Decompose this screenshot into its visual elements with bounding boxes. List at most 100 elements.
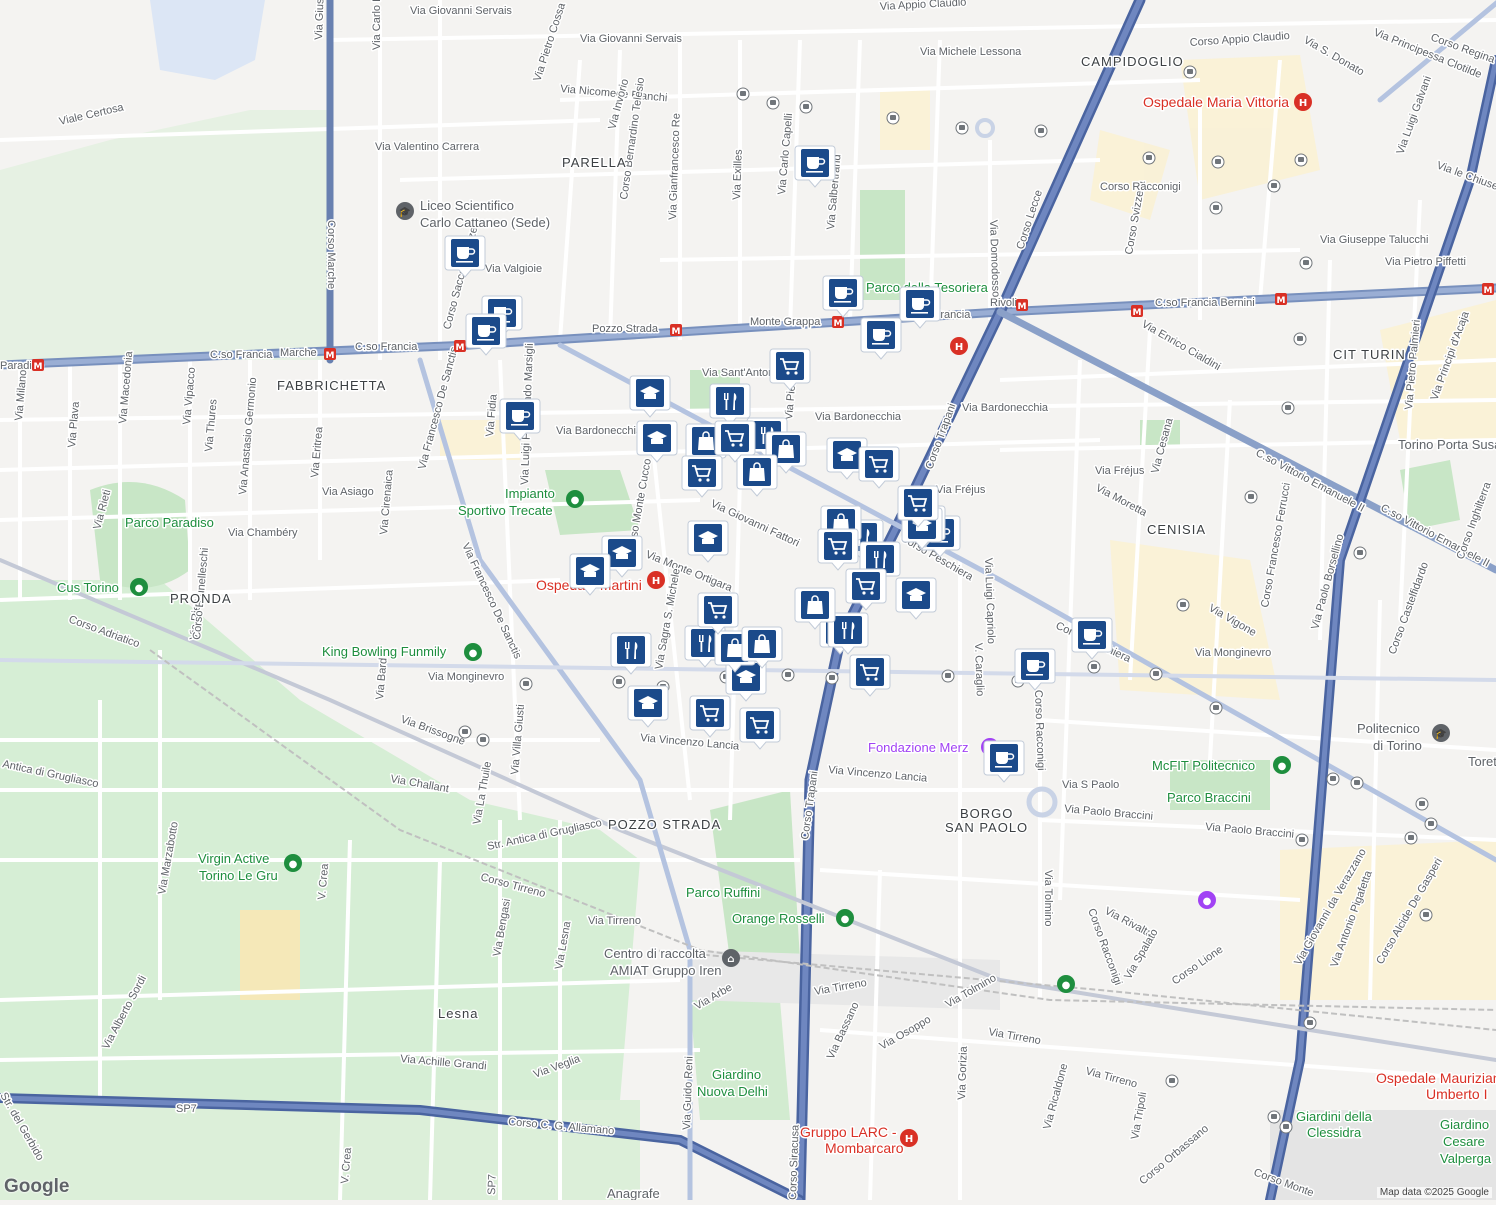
bus-stop-icon[interactable] (1034, 124, 1048, 138)
poi-label-orange-rosselli[interactable]: Orange Rosselli (731, 910, 827, 928)
poi-icon[interactable]: ● (464, 643, 482, 661)
bus-stop-icon[interactable] (781, 668, 795, 682)
bus-stop-icon[interactable] (612, 675, 626, 689)
poi-label-liceo2[interactable]: Carlo Cattaneo (Sede) (419, 214, 552, 232)
poi-label-impianto[interactable]: Impianto (504, 485, 557, 503)
poi-label-giardino-delhi[interactable]: Giardino (711, 1066, 763, 1084)
poi-label-giardino-cesare2[interactable]: Cesare (1442, 1133, 1487, 1151)
bus-stop-icon[interactable] (1149, 667, 1163, 681)
bus-stop-icon[interactable] (799, 100, 813, 114)
poi-icon[interactable]: H (950, 337, 968, 355)
poi-label-gruppo-larc[interactable]: Gruppo LARC - (799, 1123, 899, 1142)
poi-label-ospedale-mauriziano[interactable]: Ospedale Mauriziano (1375, 1069, 1496, 1088)
poi-icon[interactable]: ● (836, 909, 854, 927)
bus-stop-icon[interactable] (736, 87, 750, 101)
poi-icon[interactable]: 🎓 (396, 202, 414, 220)
poi-label-virgin-active2[interactable]: Torino Le Gru (198, 867, 280, 885)
poi-icon[interactable]: ● (1057, 975, 1075, 993)
bus-stop-icon[interactable] (1294, 153, 1308, 167)
poi-label-ospedale-mauriziano2[interactable]: Umberto I (1425, 1085, 1489, 1104)
bus-stop-icon[interactable] (1353, 546, 1367, 560)
bus-stop-icon[interactable] (1279, 1120, 1293, 1134)
poi-label-cus-torino[interactable]: Cus Torino (56, 579, 121, 597)
area-label-fabbrichetta: FABBRICHETTA (277, 378, 386, 393)
poi-label-politecnico2[interactable]: di Torino (1372, 737, 1424, 755)
bus-stop-icon[interactable] (1244, 490, 1258, 504)
metro-icon[interactable]: M (1131, 305, 1143, 318)
metro-icon[interactable]: M (1275, 293, 1287, 306)
poi-label-giardino-cesare[interactable]: Giardino (1439, 1116, 1491, 1134)
bus-stop-icon[interactable] (941, 669, 955, 683)
poi-label-giardino-cesare3[interactable]: Valperga (1439, 1150, 1494, 1168)
map-data-credit[interactable]: Map data ©2025 Google (1376, 1187, 1492, 1198)
map-svg[interactable]: Corso Appio ClaudioVia Appio ClaudioVia … (0, 0, 1496, 1205)
metro-icon[interactable]: M (324, 348, 336, 361)
bus-stop-icon[interactable] (1424, 817, 1438, 831)
poi-label-amiat2[interactable]: AMIAT Gruppo Iren (609, 962, 724, 980)
bus-stop-icon[interactable] (1293, 332, 1307, 346)
bus-stop-icon[interactable] (825, 671, 839, 685)
bus-stop-icon[interactable] (1419, 908, 1433, 922)
bus-stop-icon[interactable] (1326, 772, 1340, 786)
poi-label-giardini-clessidra2[interactable]: Clessidra (1306, 1124, 1364, 1142)
metro-icon[interactable]: M (454, 340, 466, 353)
bus-stop-icon[interactable] (1209, 701, 1223, 715)
poi-icon[interactable]: H (1294, 93, 1312, 111)
poi-label-anagrafe[interactable]: Anagrafe (606, 1185, 662, 1203)
bus-stop-icon[interactable] (458, 725, 472, 739)
poi-label-toret[interactable]: Toret (1467, 753, 1496, 771)
bus-stop-icon[interactable] (1176, 598, 1190, 612)
metro-icon[interactable]: M (1016, 299, 1028, 312)
bus-stop-icon[interactable] (1087, 660, 1101, 674)
bus-stop-icon[interactable] (1404, 831, 1418, 845)
poi-label-king-bowling[interactable]: King Bowling Funmily (321, 643, 449, 661)
bus-stop-icon[interactable] (476, 733, 490, 747)
metro-icon[interactable]: M (670, 324, 682, 337)
bus-stop-icon[interactable] (766, 96, 780, 110)
map-canvas[interactable]: Corso Appio Claudio Via Appio Claudio Via … (0, 0, 1496, 1205)
bus-stop-icon[interactable] (1299, 256, 1313, 270)
bus-stop-icon[interactable] (1209, 201, 1223, 215)
poi-label-liceo[interactable]: Liceo Scientifico (419, 197, 516, 215)
bus-stop-icon[interactable] (1165, 1074, 1179, 1088)
poi-label-torino-porta-susa[interactable]: Torino Porta Susa (1397, 436, 1496, 454)
bus-stop-icon[interactable] (1295, 833, 1309, 847)
poi-label-virgin-active[interactable]: Virgin Active (197, 850, 271, 868)
bus-stop-icon[interactable] (1267, 1110, 1281, 1124)
bus-stop-icon[interactable] (1415, 797, 1429, 811)
poi-label-ospedale-maria-vittoria[interactable]: Ospedale Maria Vittoria (1142, 93, 1291, 112)
poi-icon[interactable]: ● (130, 578, 148, 596)
poi-label-parco-paradiso[interactable]: Parco Paradiso (124, 514, 216, 532)
poi-label-giardini-clessidra[interactable]: Giardini della (1295, 1108, 1375, 1126)
metro-icon[interactable]: M (1482, 283, 1494, 296)
poi-label-impianto2[interactable]: Sportivo Trecate (457, 502, 555, 520)
metro-icon[interactable]: M (832, 316, 844, 329)
poi-icon[interactable]: H (900, 1129, 918, 1147)
poi-icon[interactable]: ● (1198, 891, 1216, 909)
poi-label-fondazione-merz[interactable]: Fondazione Merz (867, 739, 970, 757)
poi-icon[interactable]: H (647, 571, 665, 589)
bus-stop-icon[interactable] (1267, 179, 1281, 193)
bus-stop-icon[interactable] (1350, 776, 1364, 790)
metro-icon[interactable]: M (32, 359, 44, 372)
poi-label-parco-ruffini[interactable]: Parco Ruffini (685, 884, 762, 902)
poi-icon[interactable]: ⌂ (722, 949, 740, 967)
poi-icon[interactable]: ● (284, 854, 302, 872)
bus-stop-icon[interactable] (1281, 401, 1295, 415)
poi-label-parco-braccini[interactable]: Parco Braccini (1166, 789, 1253, 807)
bus-stop-icon[interactable] (955, 121, 969, 135)
bus-stop-icon[interactable] (1211, 155, 1225, 169)
poi-label-mcfit[interactable]: McFIT Politecnico (1151, 757, 1257, 775)
poi-icon[interactable]: 🎓 (1432, 724, 1450, 742)
poi-label-amiat[interactable]: Centro di raccolta (603, 945, 709, 963)
bus-stop-icon[interactable] (886, 111, 900, 125)
poi-label-giardino-delhi2[interactable]: Nuova Delhi (696, 1083, 770, 1101)
bus-stop-icon[interactable] (1303, 1016, 1317, 1030)
bus-stop-icon[interactable] (519, 677, 533, 691)
poi-icon[interactable]: ● (566, 490, 584, 508)
poi-label-politecnico[interactable]: Politecnico (1356, 720, 1422, 738)
bus-stop-icon[interactable] (1142, 151, 1156, 165)
poi-label-gruppo-larc2[interactable]: Mombarcaro (824, 1139, 906, 1158)
poi-icon[interactable]: ● (1273, 756, 1291, 774)
bus-stop-icon[interactable] (1183, 65, 1197, 79)
